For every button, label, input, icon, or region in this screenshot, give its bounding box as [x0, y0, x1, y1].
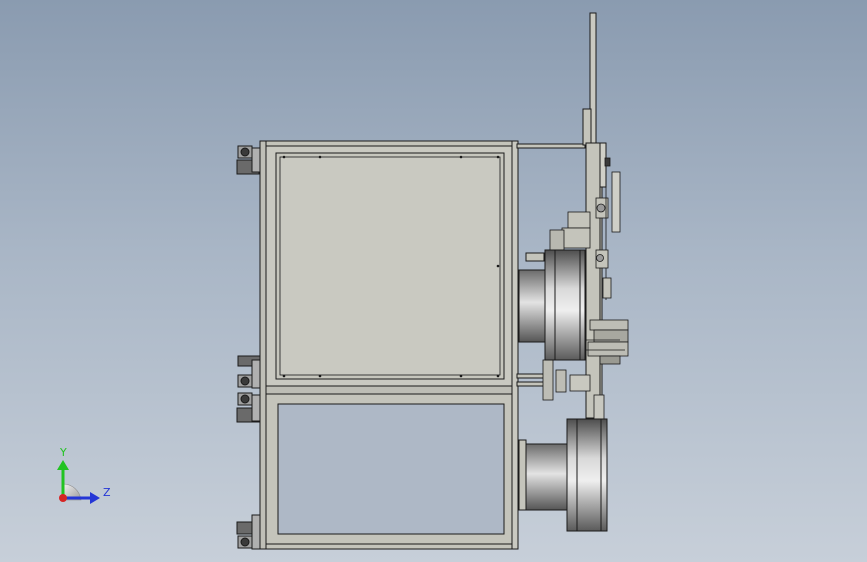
caster-wheels	[236, 145, 261, 550]
z-axis-label: Z	[103, 486, 111, 499]
graphics-viewport[interactable]: Y Z	[0, 0, 867, 562]
upper-drum	[518, 249, 586, 361]
caster-bottom	[236, 514, 261, 550]
caster-top	[236, 145, 261, 175]
x-axis-dot-icon	[59, 494, 67, 502]
cad-model-view[interactable]: Y Z	[0, 0, 867, 562]
caster-mid-2	[236, 392, 261, 423]
caster-mid-1	[237, 355, 261, 389]
main-cabinet	[259, 140, 519, 550]
lower-drum	[518, 418, 608, 532]
coordinate-triad: Y Z	[57, 446, 111, 504]
y-axis-label: Y	[59, 446, 67, 459]
